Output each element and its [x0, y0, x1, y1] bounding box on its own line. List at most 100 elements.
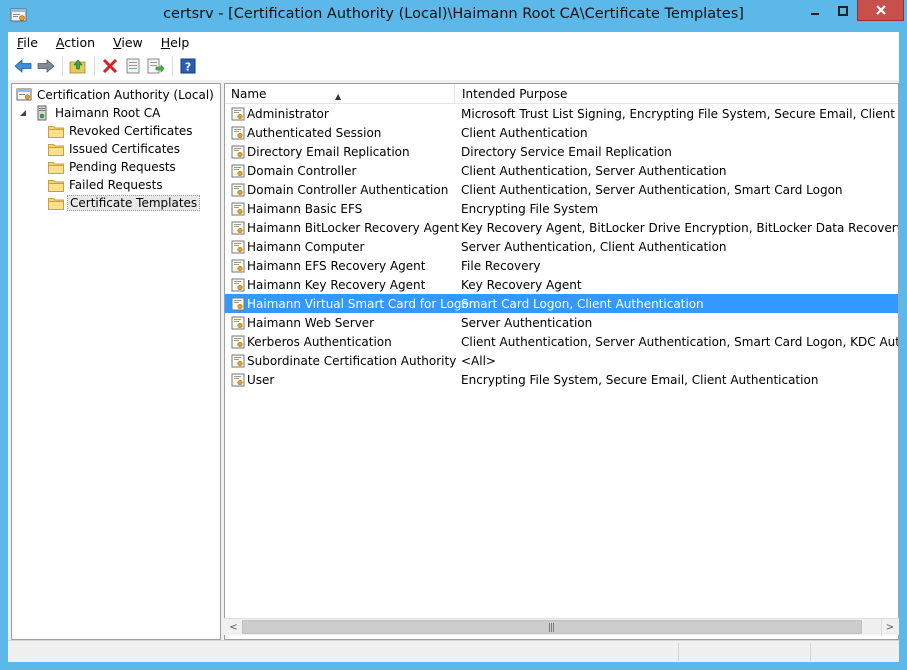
ca-server-icon	[37, 105, 47, 121]
tree-item-issued-certificates[interactable]: Issued Certificates	[48, 140, 182, 158]
maximize-icon	[837, 5, 848, 16]
results-list[interactable]: Name ▲ Intended Purpose Administrator Mic…	[224, 83, 899, 640]
menu-action-label: Action	[55, 34, 96, 50]
template-name: Haimann Web Server	[247, 315, 375, 330]
tree-item-certificate-templates[interactable]: Certificate Templates	[48, 194, 201, 212]
list-item[interactable]: Kerberos Authentication Client Authentica…	[225, 332, 898, 351]
folder-icon	[48, 197, 64, 210]
list-item[interactable]: Haimann Web Server Server Authentication	[225, 313, 898, 332]
certificate-template-icon	[231, 373, 245, 386]
template-intended-purpose: Client Authentication, Server Authentica…	[461, 334, 899, 349]
certificate-template-icon	[231, 316, 245, 329]
template-name: Haimann Key Recovery Agent	[247, 277, 426, 292]
help-icon: ?	[180, 58, 196, 74]
list-item[interactable]: Subordinate Certification Authority <All>	[225, 351, 898, 370]
list-item[interactable]: Haimann EFS Recovery Agent File Recovery	[225, 256, 898, 275]
horizontal-scrollbar[interactable]: < ||| >	[224, 618, 899, 636]
tree-item-label: Haimann Root CA	[55, 106, 161, 120]
toolbar-separator	[62, 56, 63, 76]
scroll-right-button[interactable]: >	[881, 619, 898, 636]
title-bar[interactable]: certsrv - [Certification Authority (Loca…	[0, 0, 907, 32]
column-header-intended-purpose[interactable]: Intended Purpose	[456, 84, 898, 104]
template-name: Haimann Basic EFS	[247, 201, 363, 216]
certificate-template-icon	[231, 107, 245, 120]
certificate-template-icon	[231, 335, 245, 348]
menu-view-label: View	[113, 34, 143, 50]
up-one-level-button[interactable]	[67, 55, 89, 77]
forward-button[interactable]	[35, 55, 57, 77]
template-name: Kerberos Authentication	[247, 334, 392, 349]
certificate-template-icon	[231, 240, 245, 253]
tree-item-failed-requests[interactable]: Failed Requests	[48, 176, 165, 194]
template-name: Haimann EFS Recovery Agent	[247, 258, 426, 273]
template-intended-purpose: Smart Card Logon, Client Authentication	[461, 296, 704, 311]
certification-authority-icon	[16, 88, 32, 101]
template-intended-purpose: Key Recovery Agent, BitLocker Drive Encr…	[461, 220, 899, 235]
minimize-icon	[810, 12, 819, 15]
list-item[interactable]: Domain Controller Client Authentication, …	[225, 161, 898, 180]
folder-icon	[48, 161, 64, 174]
list-item[interactable]: Haimann Virtual Smart Card for Logon Smar…	[225, 294, 898, 313]
template-name: User	[247, 372, 275, 387]
status-segment	[810, 643, 899, 661]
tree-item-label: Failed Requests	[69, 178, 163, 192]
certificate-template-icon	[231, 183, 245, 196]
list-item[interactable]: Haimann Computer Server Authentication, C…	[225, 237, 898, 256]
list-header: Name ▲ Intended Purpose	[225, 84, 898, 104]
list-item[interactable]: Haimann Basic EFS Encrypting File System	[225, 199, 898, 218]
menu-view[interactable]: View	[104, 35, 152, 50]
tree-item-root[interactable]: Certification Authority (Local)	[16, 86, 216, 104]
list-item[interactable]: Haimann Key Recovery Agent Key Recovery A…	[225, 275, 898, 294]
content-area: Certification Authority (Local) Haimann …	[8, 80, 899, 640]
export-list-icon	[147, 58, 165, 74]
tree-item-pending-requests[interactable]: Pending Requests	[48, 158, 178, 176]
list-item[interactable]: Authenticated Session Client Authenticati…	[225, 123, 898, 142]
template-intended-purpose: File Recovery	[461, 258, 541, 273]
list-item[interactable]: Domain Controller Authentication Client A…	[225, 180, 898, 199]
list-item[interactable]: Administrator Microsoft Trust List Signin…	[225, 104, 898, 123]
properties-icon	[126, 58, 140, 74]
certificate-template-icon	[231, 259, 245, 272]
scrollbar-thumb[interactable]: |||	[242, 620, 862, 634]
template-intended-purpose: Client Authentication, Server Authentica…	[461, 182, 843, 197]
export-list-button[interactable]	[145, 55, 167, 77]
tree-item-ca[interactable]: Haimann Root CA	[18, 104, 162, 122]
maximize-button[interactable]	[829, 0, 856, 21]
certificate-template-icon	[231, 126, 245, 139]
tree-item-revoked-certificates[interactable]: Revoked Certificates	[48, 122, 195, 140]
minimize-button[interactable]	[801, 0, 828, 21]
template-intended-purpose: Client Authentication, Server Authentica…	[461, 163, 727, 178]
scroll-left-button[interactable]: <	[225, 619, 242, 636]
template-name: Domain Controller	[247, 163, 357, 178]
template-intended-purpose: Key Recovery Agent	[461, 277, 582, 292]
list-item[interactable]: User Encrypting File System, Secure Email…	[225, 370, 898, 389]
template-name: Domain Controller Authentication	[247, 182, 449, 197]
tree-item-label: Certification Authority (Local)	[37, 88, 214, 102]
menu-file[interactable]: File	[8, 35, 47, 50]
back-button[interactable]	[12, 55, 34, 77]
column-header-label: Name	[231, 87, 267, 101]
certificate-template-icon	[231, 278, 245, 291]
template-intended-purpose: Server Authentication	[461, 315, 593, 330]
template-name: Haimann Computer	[247, 239, 365, 254]
expand-arrow-icon[interactable]	[18, 108, 28, 118]
menu-file-label: File	[17, 34, 38, 50]
close-button[interactable]	[857, 0, 904, 21]
menu-action[interactable]: Action	[47, 35, 104, 50]
scroll-grip-icon: |||	[548, 623, 555, 633]
folder-icon	[48, 125, 64, 138]
certificate-template-icon	[231, 297, 245, 310]
menu-help[interactable]: Help	[152, 35, 199, 50]
list-item[interactable]: Haimann BitLocker Recovery Agent Key Reco…	[225, 218, 898, 237]
template-name: Subordinate Certification Authority	[247, 353, 457, 368]
console-tree[interactable]: Certification Authority (Local) Haimann …	[11, 83, 221, 640]
delete-icon	[102, 58, 118, 74]
list-item[interactable]: Directory Email Replication Directory Ser…	[225, 142, 898, 161]
help-button[interactable]: ?	[177, 55, 199, 77]
template-intended-purpose: Client Authentication	[461, 125, 588, 140]
delete-button[interactable]	[99, 55, 121, 77]
properties-button[interactable]	[122, 55, 144, 77]
column-header-name[interactable]: Name ▲	[225, 84, 455, 104]
forward-arrow-icon	[37, 59, 55, 73]
template-intended-purpose: Encrypting File System, Secure Email, Cl…	[461, 372, 819, 387]
